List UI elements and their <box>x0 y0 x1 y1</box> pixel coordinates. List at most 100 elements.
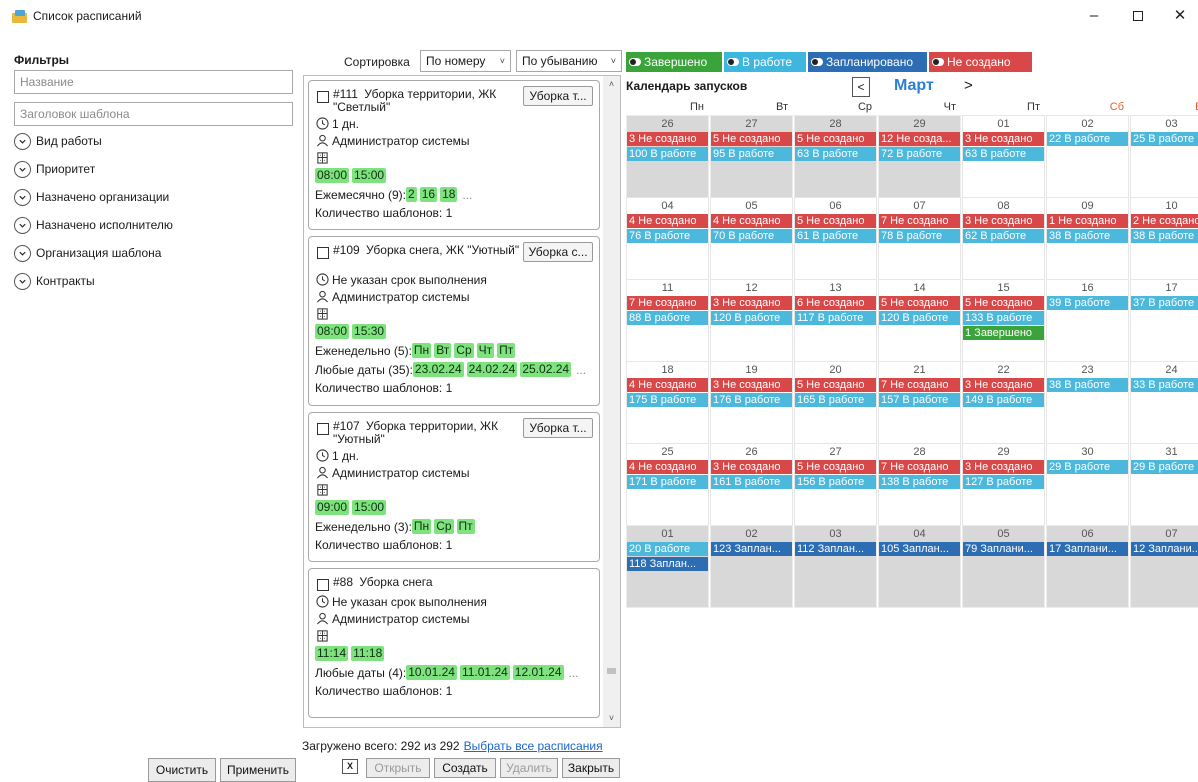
calendar-day-cell[interactable]: 22 3 Не создано 149 В работе <box>962 361 1045 444</box>
status-toggle[interactable]: Запланировано <box>808 52 927 72</box>
schedule-card[interactable]: #88 Уборка снега Не указан срок выполнени… <box>308 568 600 718</box>
calendar-day-cell[interactable]: 06 5 Не создано 61 В работе <box>794 197 877 280</box>
event-count-badge[interactable]: 120 В работе <box>879 311 960 325</box>
status-toggle[interactable]: В работе <box>724 52 806 72</box>
create-button[interactable]: Создать <box>434 758 496 778</box>
calendar-day-cell[interactable]: 26 3 Не создано 100 В работе <box>626 115 709 198</box>
calendar-day-cell[interactable]: 02 123 Заплан... <box>710 525 793 608</box>
filter-group-toggle[interactable]: Назначено организации <box>14 186 169 208</box>
event-count-badge[interactable]: 105 Заплан... <box>879 542 960 556</box>
calendar-day-cell[interactable]: 11 7 Не создано 88 В работе <box>626 279 709 362</box>
close-window-button[interactable]: ✕ <box>1162 4 1198 28</box>
work-type-button[interactable]: Уборка т... <box>523 86 593 106</box>
event-count-badge[interactable]: 120 В работе <box>711 311 792 325</box>
calendar-day-cell[interactable]: 29 3 Не создано 127 В работе <box>962 443 1045 526</box>
event-count-badge[interactable]: 112 Заплан... <box>795 542 876 556</box>
minimize-button[interactable]: – <box>1076 4 1112 28</box>
event-count-badge[interactable]: 165 В работе <box>795 393 876 407</box>
event-count-badge[interactable]: 6 Не создано <box>795 296 876 310</box>
event-count-badge[interactable]: 20 В работе <box>627 542 708 556</box>
event-count-badge[interactable]: 7 Не создано <box>879 214 960 228</box>
event-count-badge[interactable]: 78 В работе <box>879 229 960 243</box>
calendar-day-cell[interactable]: 03 112 Заплан... <box>794 525 877 608</box>
calendar-day-cell[interactable]: 28 5 Не создано 63 В работе <box>794 115 877 198</box>
calendar-day-cell[interactable]: 02 22 В работе <box>1046 115 1129 198</box>
delete-button[interactable]: Удалить <box>500 758 558 778</box>
event-count-badge[interactable]: 5 Не создано <box>711 132 792 146</box>
scroll-thumb[interactable] <box>607 668 616 674</box>
calendar-day-cell[interactable]: 30 29 В работе <box>1046 443 1129 526</box>
event-count-badge[interactable]: 117 В работе <box>795 311 876 325</box>
calendar-day-cell[interactable]: 20 5 Не создано 165 В работе <box>794 361 877 444</box>
event-count-badge[interactable]: 76 В работе <box>627 229 708 243</box>
event-count-badge[interactable]: 38 В работе <box>1047 378 1128 392</box>
event-count-badge[interactable]: 25 В работе <box>1131 132 1198 146</box>
event-count-badge[interactable]: 3 Не создано <box>711 378 792 392</box>
name-filter-input[interactable] <box>14 70 293 94</box>
next-month-button[interactable]: > <box>964 77 973 94</box>
calendar-day-cell[interactable]: 17 37 В работе <box>1130 279 1198 362</box>
event-count-badge[interactable]: 7 Не создано <box>627 296 708 310</box>
calendar-day-cell[interactable]: 05 79 Заплани... <box>962 525 1045 608</box>
calendar-day-cell[interactable]: 28 7 Не создано 138 В работе <box>878 443 961 526</box>
calendar-day-cell[interactable]: 08 3 Не создано 62 В работе <box>962 197 1045 280</box>
event-count-badge[interactable]: 175 В работе <box>627 393 708 407</box>
event-count-badge[interactable]: 5 Не создано <box>795 132 876 146</box>
calendar-day-cell[interactable]: 13 6 Не создано 117 В работе <box>794 279 877 362</box>
calendar-day-cell[interactable]: 27 5 Не создано 156 В работе <box>794 443 877 526</box>
event-count-badge[interactable]: 38 В работе <box>1047 229 1128 243</box>
event-count-badge[interactable]: 5 Не создано <box>963 296 1044 310</box>
event-count-badge[interactable]: 22 В работе <box>1047 132 1128 146</box>
event-count-badge[interactable]: 38 В работе <box>1131 229 1198 243</box>
event-count-badge[interactable]: 171 В работе <box>627 475 708 489</box>
calendar-day-cell[interactable]: 26 3 Не создано 161 В работе <box>710 443 793 526</box>
event-count-badge[interactable]: 7 Не создано <box>879 460 960 474</box>
scroll-up-icon[interactable]: ˄ <box>603 76 620 93</box>
event-count-badge[interactable]: 17 Заплани... <box>1047 542 1128 556</box>
schedule-checkbox[interactable] <box>317 579 329 591</box>
sort-field-dropdown[interactable]: По номеру ˅ <box>420 50 511 72</box>
event-count-badge[interactable]: 127 В работе <box>963 475 1044 489</box>
calendar-day-cell[interactable]: 06 17 Заплани... <box>1046 525 1129 608</box>
event-count-badge[interactable]: 12 Заплани... <box>1131 542 1198 556</box>
calendar-day-cell[interactable]: 25 4 Не создано 171 В работе <box>626 443 709 526</box>
open-button[interactable]: Открыть <box>366 758 430 778</box>
event-count-badge[interactable]: 4 Не создано <box>627 460 708 474</box>
calendar-day-cell[interactable]: 09 1 Не создано 38 В работе <box>1046 197 1129 280</box>
calendar-day-cell[interactable]: 05 4 Не создано 70 В работе <box>710 197 793 280</box>
event-count-badge[interactable]: 156 В работе <box>795 475 876 489</box>
filter-group-toggle[interactable]: Контракты <box>14 270 95 292</box>
calendar-day-cell[interactable]: 23 38 В работе <box>1046 361 1129 444</box>
event-count-badge[interactable]: 33 В работе <box>1131 378 1198 392</box>
event-count-badge[interactable]: 4 Не создано <box>627 214 708 228</box>
event-count-badge[interactable]: 61 В работе <box>795 229 876 243</box>
event-count-badge[interactable]: 3 Не создано <box>627 132 708 146</box>
event-count-badge[interactable]: 161 В работе <box>711 475 792 489</box>
calendar-day-cell[interactable]: 04 4 Не создано 76 В работе <box>626 197 709 280</box>
event-count-badge[interactable]: 133 В работе <box>963 311 1044 325</box>
filter-group-toggle[interactable]: Приоритет <box>14 158 95 180</box>
event-count-badge[interactable]: 1 Не создано <box>1047 214 1128 228</box>
event-count-badge[interactable]: 3 Не создано <box>963 214 1044 228</box>
event-count-badge[interactable]: 29 В работе <box>1047 460 1128 474</box>
event-count-badge[interactable]: 29 В работе <box>1131 460 1198 474</box>
status-toggle[interactable]: Завершено <box>626 52 722 72</box>
event-count-badge[interactable]: 3 Не создано <box>963 460 1044 474</box>
calendar-day-cell[interactable]: 29 12 Не созда... 72 В работе <box>878 115 961 198</box>
event-count-badge[interactable]: 79 Заплани... <box>963 542 1044 556</box>
clear-button[interactable]: Очистить <box>148 758 216 782</box>
list-scrollbar[interactable]: ˄ ˅ <box>603 76 620 727</box>
calendar-day-cell[interactable]: 07 12 Заплани... <box>1130 525 1198 608</box>
event-count-badge[interactable]: 5 Не создано <box>879 296 960 310</box>
template-title-filter-input[interactable] <box>14 102 293 126</box>
apply-button[interactable]: Применить <box>220 758 296 782</box>
schedule-list[interactable]: #111 Уборка территории, ЖК "Светлый" Убор… <box>303 75 621 728</box>
work-type-button[interactable]: Уборка с... <box>523 242 593 262</box>
event-count-badge[interactable]: 2 Не создано <box>1131 214 1198 228</box>
scroll-down-icon[interactable]: ˅ <box>603 710 620 727</box>
calendar-day-cell[interactable]: 16 39 В работе <box>1046 279 1129 362</box>
event-count-badge[interactable]: 4 Не создано <box>711 214 792 228</box>
calendar-day-cell[interactable]: 21 7 Не создано 157 В работе <box>878 361 961 444</box>
maximize-button[interactable] <box>1120 4 1156 28</box>
calendar-day-cell[interactable]: 01 20 В работе 118 Заплан... <box>626 525 709 608</box>
